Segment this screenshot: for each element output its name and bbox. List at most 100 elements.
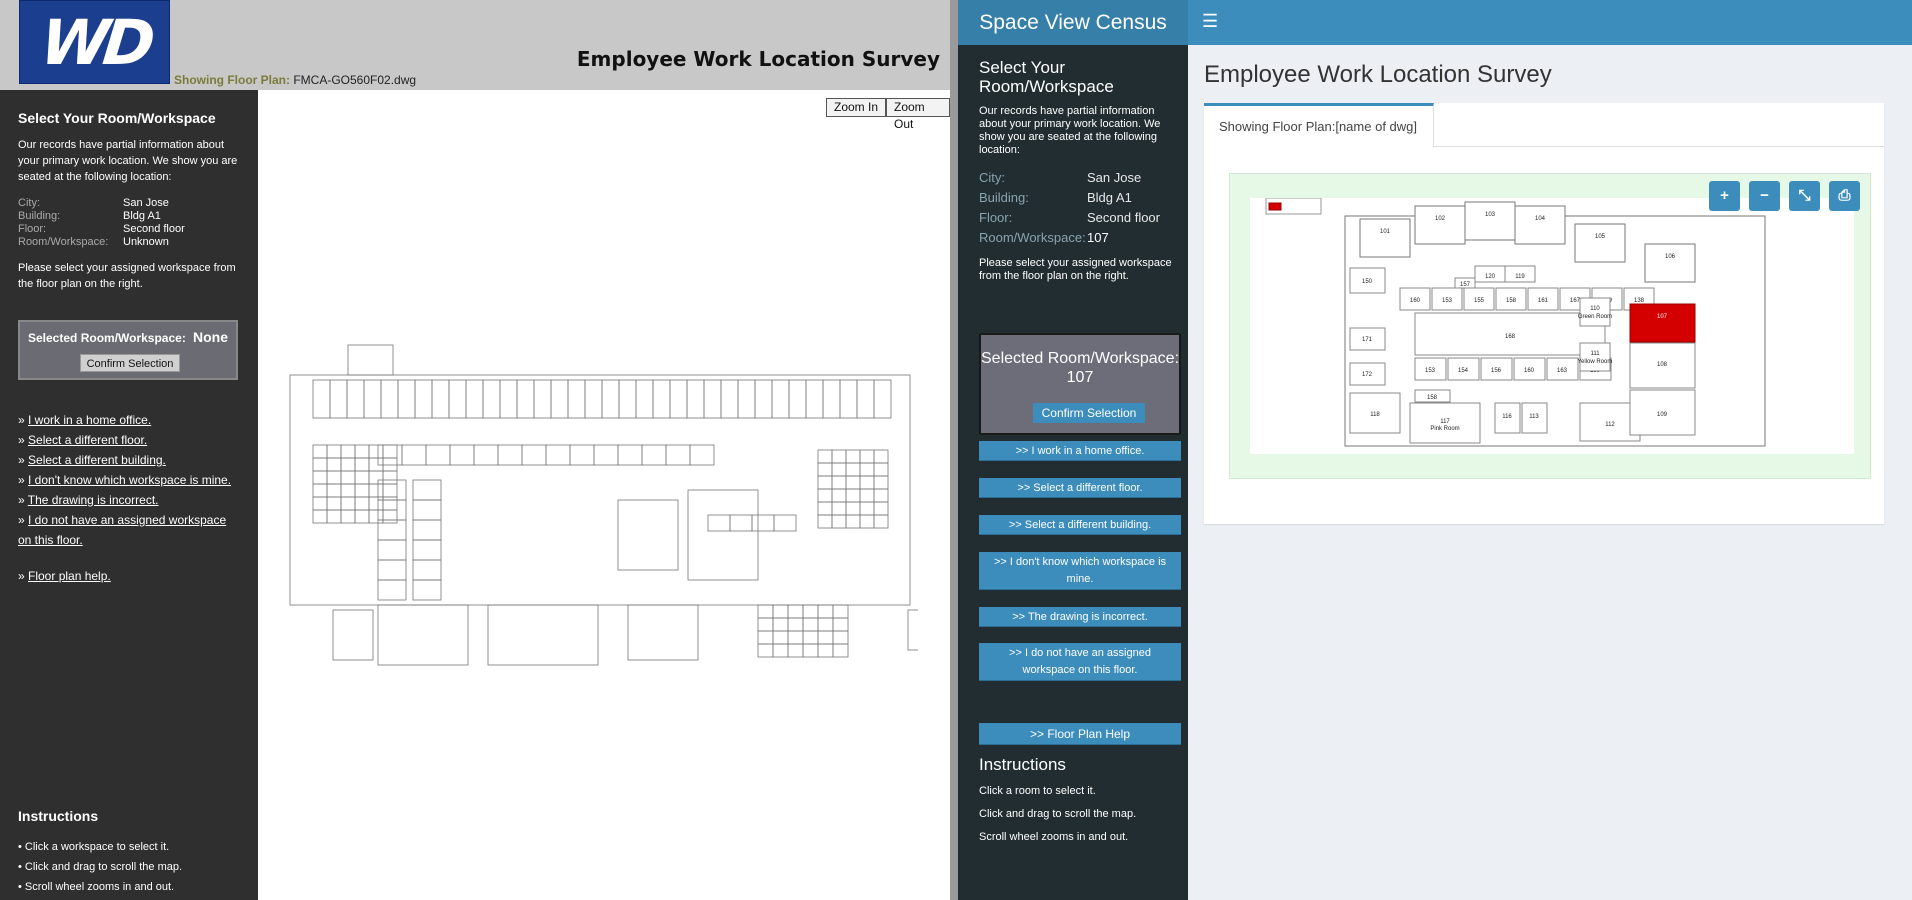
zoom-out-button[interactable]: Zoom Out (886, 98, 950, 131)
confirm-selection-button[interactable]: Confirm Selection (80, 354, 180, 372)
plan-room-label: 103 (1485, 212, 1496, 218)
plan-wall (831, 475, 847, 490)
tab-floor-plan[interactable]: Showing Floor Plan:[name of dwg] (1204, 103, 1434, 147)
plan-wall (817, 643, 834, 658)
plan-wall (487, 604, 599, 666)
sidebar-heading: Select Your Room/Workspace (979, 58, 1114, 96)
plan-wall (831, 514, 847, 529)
floorplan-canvas[interactable]: 1011021031041051061601531551581611671291… (1250, 197, 1854, 454)
floorplan-drawing[interactable]: 1011021031041051061601531551581611671291… (1250, 197, 1854, 454)
drawing-incorrect-button[interactable]: >> The drawing is incorrect. (979, 607, 1181, 627)
plan-wall (368, 509, 384, 524)
link-no-assigned-cont[interactable]: on this floor. (18, 530, 83, 550)
plan-wall (787, 604, 804, 619)
plan-room[interactable] (1579, 297, 1611, 327)
plan-wall (686, 379, 705, 419)
plan-wall (687, 489, 759, 581)
plan-room-label: 109 (1657, 412, 1668, 418)
plan-wall (340, 509, 356, 524)
plan-wall (720, 379, 739, 419)
plan-wall (873, 475, 889, 490)
plan-wall (737, 379, 756, 419)
plan-wall (617, 444, 643, 466)
link-text[interactable]: The drawing is incorrect. (28, 493, 159, 507)
different-building-button[interactable]: >> Select a different building. (979, 515, 1181, 535)
dont-know-button[interactable]: >> I don't know which workspace is mine. (979, 552, 1181, 590)
plan-wall (346, 379, 365, 419)
plan-wall (652, 379, 671, 419)
plan-room[interactable] (1359, 218, 1411, 258)
legacy-floorplan-drawing[interactable] (288, 340, 918, 670)
plan-room-label: Pink Room (1430, 426, 1459, 432)
link-floor-plan-help[interactable]: » Floor plan help. (18, 566, 111, 586)
plan-room-label: 154 (1458, 368, 1469, 374)
plan-wall (431, 379, 450, 419)
plan-wall (368, 444, 384, 459)
plan-wall (873, 449, 889, 464)
plan-wall (332, 609, 374, 661)
different-floor-button[interactable]: >> Select a different floor. (979, 478, 1181, 498)
link-no-assigned[interactable]: » I do not have an assigned workspace (18, 510, 226, 530)
plan-wall (377, 444, 403, 466)
link-different-floor[interactable]: » Select a different floor. (18, 430, 147, 450)
floorplan-value: FMCA-GO560F02.dwg (293, 73, 417, 87)
no-assigned-button[interactable]: >> I do not have an assigned workspace o… (979, 643, 1181, 681)
link-home-office[interactable]: » I work in a home office. (18, 410, 151, 430)
fit-extent-icon[interactable]: ⤡ (1789, 181, 1820, 211)
plan-wall (312, 509, 328, 524)
instruction-item: Click and drag to scroll the map. (979, 808, 1137, 820)
floorplan-map[interactable]: 1011021031041051061601531551581611671291… (1229, 173, 1871, 479)
plan-wall (412, 479, 442, 501)
link-dont-know[interactable]: » I don't know which workspace is mine. (18, 470, 231, 490)
plan-room[interactable] (1514, 205, 1566, 245)
field-key: Building: (979, 190, 1029, 205)
zoom-in-button[interactable]: + (1709, 181, 1740, 211)
page-title: Employee Work Location Survey (576, 47, 940, 71)
field-key: Building: (18, 210, 61, 222)
home-office-button[interactable]: >> I work in a home office. (979, 441, 1181, 461)
plan-wall (377, 559, 407, 581)
plan-room[interactable] (1268, 202, 1282, 211)
plan-wall (817, 630, 834, 645)
plan-room-label: 110 (1590, 306, 1600, 312)
plan-wall (802, 617, 819, 632)
legacy-floorplan-viewer[interactable]: Zoom In Zoom Out (258, 90, 950, 900)
plan-room[interactable] (1644, 243, 1696, 283)
plan-room[interactable] (1414, 205, 1466, 245)
plan-wall (665, 444, 691, 466)
plan-wall (312, 483, 328, 498)
link-different-building[interactable]: » Select a different building. (18, 450, 166, 470)
link-text[interactable]: I don't know which workspace is mine. (28, 473, 231, 487)
hamburger-icon[interactable]: ☰ (1202, 11, 1218, 32)
button-label: >> I work in a home office. (1015, 445, 1145, 457)
floor-plan-help-button[interactable]: >> Floor Plan Help (979, 723, 1181, 745)
plan-wall (859, 514, 875, 529)
link-text[interactable]: I work in a home office. (28, 413, 151, 427)
app-brand[interactable]: Space View Census (958, 0, 1188, 45)
plan-room[interactable] (1579, 342, 1611, 372)
field-value: Unknown (123, 236, 169, 248)
zoom-in-button[interactable]: Zoom In (826, 98, 887, 117)
plan-room[interactable] (1629, 303, 1696, 343)
link-text[interactable]: on this floor. (18, 533, 83, 547)
plan-wall (831, 488, 847, 503)
plan-wall (449, 444, 475, 466)
link-text[interactable]: Select a different floor. (28, 433, 147, 447)
plan-room[interactable] (1574, 223, 1626, 263)
select-note: Please select your assigned workspace fr… (979, 257, 1172, 282)
link-drawing-incorrect[interactable]: » The drawing is incorrect. (18, 490, 159, 510)
plan-wall (368, 483, 384, 498)
field-value: San Jose (1087, 170, 1142, 185)
link-text[interactable]: Floor plan help. (28, 569, 111, 583)
zoom-out-button[interactable]: − (1749, 181, 1780, 211)
print-icon[interactable]: ⎙ (1829, 181, 1860, 211)
confirm-selection-button[interactable]: Confirm Selection (1033, 403, 1145, 423)
link-text[interactable]: Select a different building. (28, 453, 166, 467)
plan-room-label: 157 (1460, 282, 1471, 288)
content-area: Employee Work Location Survey Showing Fl… (1188, 45, 1912, 900)
plan-room[interactable] (1464, 201, 1516, 241)
plan-wall (618, 379, 637, 419)
plan-wall (425, 444, 451, 466)
link-text[interactable]: I do not have an assigned workspace (28, 513, 226, 527)
plan-wall (859, 449, 875, 464)
